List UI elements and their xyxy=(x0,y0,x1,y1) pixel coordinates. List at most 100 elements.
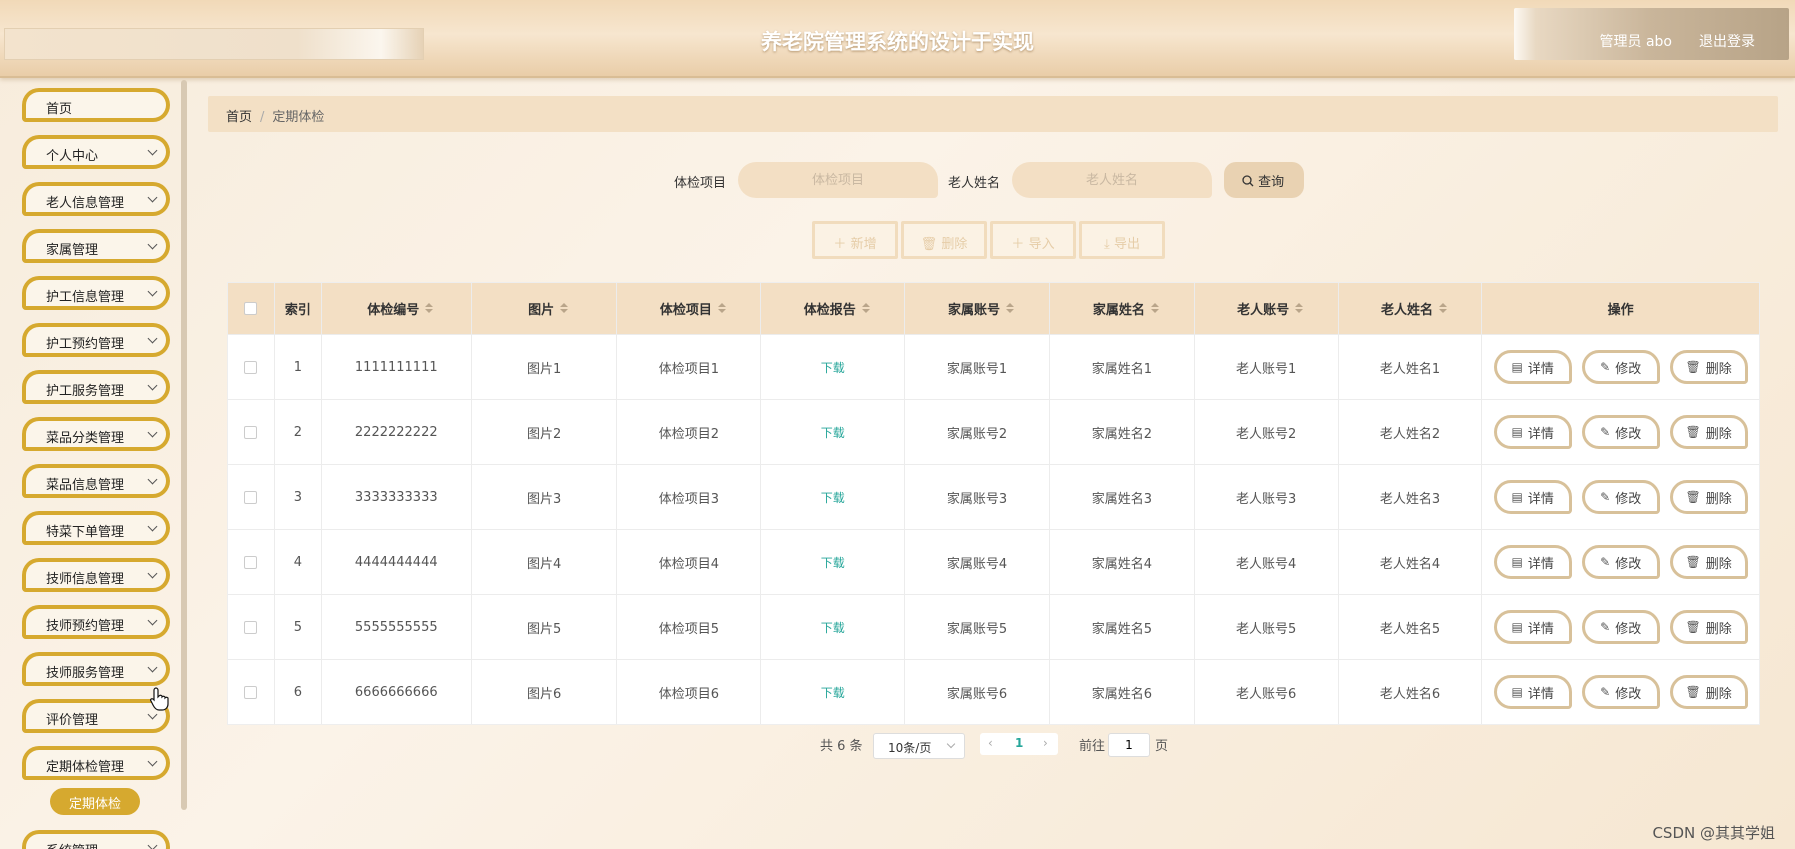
sidebar-item-1[interactable]: 个人中心 xyxy=(22,135,170,169)
column-header-6[interactable]: 家属姓名 xyxy=(1050,283,1195,334)
sidebar-item-13[interactable]: 评价管理 xyxy=(22,699,170,733)
download-report-link[interactable]: 下载 xyxy=(821,489,845,506)
breadcrumb-home[interactable]: 首页 xyxy=(226,110,252,125)
add-button[interactable]: ＋ 新增 xyxy=(812,221,898,259)
current-page[interactable]: 1 xyxy=(1015,736,1023,750)
column-header-2[interactable]: 图片 xyxy=(472,283,618,334)
sidebar-item-7[interactable]: 菜品分类管理 xyxy=(22,417,170,451)
delete-button[interactable]: 🗑 删除 xyxy=(1669,545,1748,579)
table-cell: 体检项目4 xyxy=(617,530,762,594)
cell-value: 3 xyxy=(293,489,303,505)
delete-button[interactable]: 🗑 删除 xyxy=(1669,675,1748,709)
detail-button[interactable]: ▤ 详情 xyxy=(1493,610,1572,644)
document-icon: ▤ xyxy=(1511,425,1523,439)
row-checkbox[interactable] xyxy=(244,555,258,569)
checkup-table: 索引 体检编号 图片 体检项目 体检报告 家属账号 家属姓名 老人账号 老人姓名 操作 1 1111… xyxy=(227,282,1760,725)
edit-icon: ✎ xyxy=(1600,360,1611,374)
download-report-link[interactable]: 下载 xyxy=(821,359,845,376)
table-cell: 图片3 xyxy=(472,465,618,529)
edit-button[interactable]: ✎ 修改 xyxy=(1581,675,1660,709)
detail-button-label: 详情 xyxy=(1527,686,1554,702)
edit-button[interactable]: ✎ 修改 xyxy=(1581,350,1660,384)
column-header-7[interactable]: 老人账号 xyxy=(1195,283,1339,334)
table-cell: 图片4 xyxy=(472,530,618,594)
goto-page-input[interactable] xyxy=(1108,733,1150,757)
top-header: 养老院管理系统的设计于实现 管理员 abo 退出登录 xyxy=(0,0,1795,78)
detail-button[interactable]: ▤ 详情 xyxy=(1493,545,1572,579)
delete-button[interactable]: 🗑 删除 xyxy=(1669,610,1748,644)
page-size-select[interactable]: 10条/页 xyxy=(873,733,965,759)
detail-button[interactable]: ▤ 详情 xyxy=(1493,350,1572,384)
column-header-4[interactable]: 体检报告 xyxy=(761,283,906,334)
sidebar-scrollbar[interactable] xyxy=(181,80,187,810)
sidebar-item-12[interactable]: 技师服务管理 xyxy=(22,652,170,686)
sidebar-item-14[interactable]: 定期体检管理 xyxy=(22,746,170,780)
chevron-down-icon xyxy=(147,662,158,673)
logout-link[interactable]: 退出登录 xyxy=(1699,31,1755,51)
column-header-1[interactable]: 体检编号 xyxy=(322,283,472,334)
sidebar-item-8[interactable]: 菜品信息管理 xyxy=(22,464,170,498)
edit-button[interactable]: ✎ 修改 xyxy=(1581,480,1660,514)
detail-button[interactable]: ▤ 详情 xyxy=(1493,675,1572,709)
delete-button[interactable]: 🗑 删除 xyxy=(1669,415,1748,449)
sidebar-item-0[interactable]: 首页 xyxy=(22,88,170,122)
cell-value: 老人账号5 xyxy=(1236,621,1297,637)
import-button[interactable]: ＋ 导入 xyxy=(990,221,1076,259)
batch-delete-button[interactable]: 🗑 删除 xyxy=(901,221,987,259)
column-header-3[interactable]: 体检项目 xyxy=(617,283,762,334)
chevron-down-icon xyxy=(147,474,158,485)
export-button-label: 导出 xyxy=(1113,237,1140,252)
column-header-label: 操作 xyxy=(1607,303,1634,318)
download-report-link[interactable]: 下载 xyxy=(821,619,845,636)
export-button[interactable]: ⤓ 导出 xyxy=(1079,221,1165,259)
cell-value: 老人账号1 xyxy=(1236,361,1297,377)
column-header-5[interactable]: 家属账号 xyxy=(905,283,1050,334)
edit-button[interactable]: ✎ 修改 xyxy=(1581,610,1660,644)
row-checkbox[interactable] xyxy=(244,425,258,439)
chevron-down-icon xyxy=(147,239,158,250)
sidebar-item-5[interactable]: 护工预约管理 xyxy=(22,323,170,357)
trash-icon: 🗑 xyxy=(1685,555,1701,569)
sidebar-item-6[interactable]: 护工服务管理 xyxy=(22,370,170,404)
sidebar-item-15[interactable]: 系统管理 xyxy=(22,830,170,849)
edit-button[interactable]: ✎ 修改 xyxy=(1581,415,1660,449)
select-all-checkbox[interactable] xyxy=(244,302,258,315)
edit-button[interactable]: ✎ 修改 xyxy=(1581,545,1660,579)
prev-page-icon[interactable]: ‹ xyxy=(988,736,993,750)
sidebar-item-4[interactable]: 护工信息管理 xyxy=(22,276,170,310)
cell-value: 图片1 xyxy=(526,361,562,377)
table-cell: 体检项目1 xyxy=(617,335,762,399)
column-header-8[interactable]: 老人姓名 xyxy=(1339,283,1483,334)
elder-name-input[interactable] xyxy=(1012,162,1212,198)
download-report-link[interactable]: 下载 xyxy=(821,554,845,571)
checkup-item-label: 体检项目 xyxy=(674,176,727,191)
sidebar-item-11[interactable]: 技师预约管理 xyxy=(22,605,170,639)
sidebar-item-10[interactable]: 技师信息管理 xyxy=(22,558,170,592)
delete-button[interactable]: 🗑 删除 xyxy=(1669,350,1748,384)
download-report-link[interactable]: 下载 xyxy=(821,424,845,441)
row-checkbox[interactable] xyxy=(244,490,258,504)
sidebar-item-2[interactable]: 老人信息管理 xyxy=(22,182,170,216)
table-cell: 家属姓名2 xyxy=(1050,400,1195,464)
download-report-link[interactable]: 下载 xyxy=(821,684,845,701)
next-page-icon[interactable]: › xyxy=(1043,736,1048,750)
cell-value: 家属姓名2 xyxy=(1091,426,1152,442)
row-actions: ▤ 详情 ✎ 修改 🗑 删除 xyxy=(1482,660,1759,724)
detail-button[interactable]: ▤ 详情 xyxy=(1493,480,1572,514)
delete-button-label: 删除 xyxy=(1705,556,1732,572)
cell-value: 老人姓名4 xyxy=(1379,556,1441,572)
row-checkbox[interactable] xyxy=(244,620,258,634)
column-header-label: 家属姓名 xyxy=(1092,303,1145,318)
delete-button[interactable]: 🗑 删除 xyxy=(1669,480,1748,514)
submenu-item-periodic-checkup[interactable]: 定期体检 xyxy=(50,788,140,815)
query-button[interactable]: 查询 xyxy=(1224,162,1304,198)
row-checkbox[interactable] xyxy=(244,685,258,699)
sidebar-item-3[interactable]: 家属管理 xyxy=(22,229,170,263)
sidebar-item-9[interactable]: 特菜下单管理 xyxy=(22,511,170,545)
edit-button-label: 修改 xyxy=(1615,491,1642,507)
row-checkbox[interactable] xyxy=(244,360,258,374)
sidebar-item-label: 个人中心 xyxy=(46,149,99,164)
detail-button[interactable]: ▤ 详情 xyxy=(1493,415,1572,449)
checkup-item-input[interactable] xyxy=(738,162,938,198)
table-cell: 5555555555 xyxy=(322,595,472,659)
